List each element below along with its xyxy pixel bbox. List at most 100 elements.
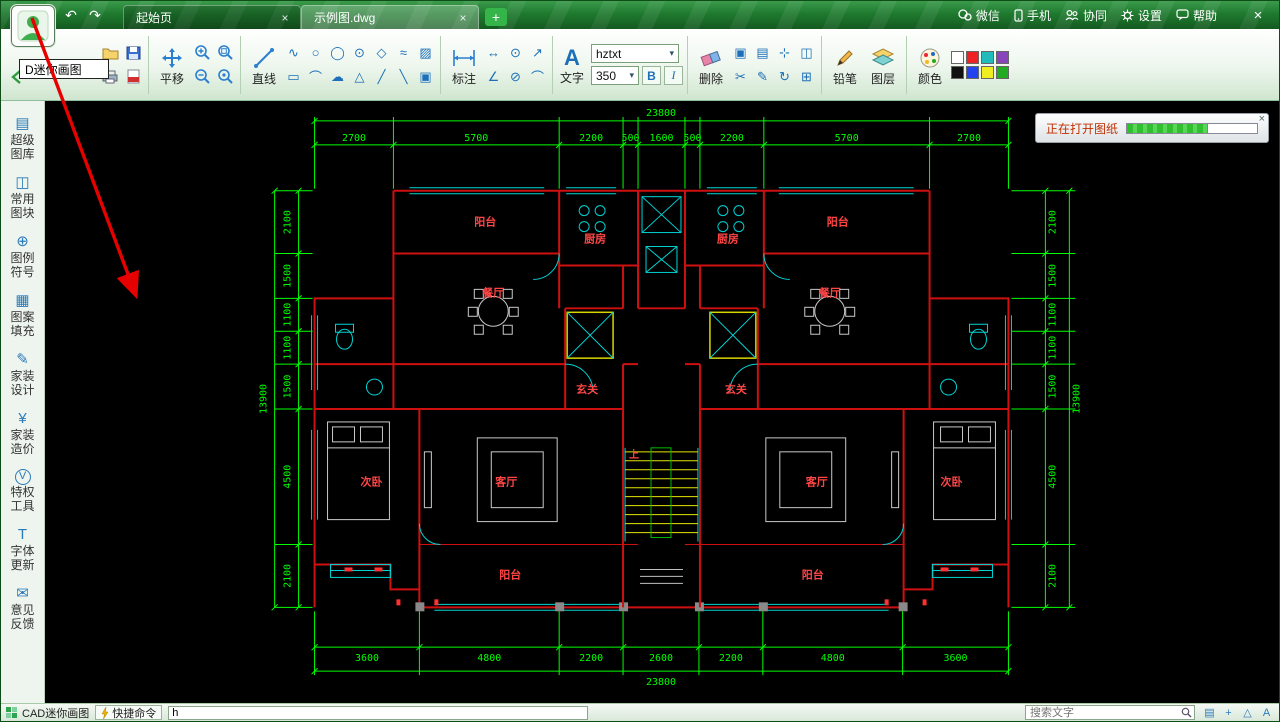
eraser-icon (699, 44, 723, 72)
color-swatch-0[interactable] (951, 51, 964, 64)
sidebar-item-super-library[interactable]: ▤ 超级图库 (10, 115, 36, 161)
command-input[interactable] (168, 706, 588, 720)
polygon-icon[interactable]: ◇ (371, 42, 392, 63)
rotate-icon[interactable]: ↻ (774, 66, 795, 87)
text-style-tool-icon[interactable]: A (1258, 705, 1275, 720)
spline-icon[interactable]: ≈ (393, 42, 414, 63)
toast-close-icon[interactable]: × (1259, 113, 1265, 125)
delete-button[interactable]: 删除 (692, 35, 730, 95)
italic-button[interactable]: I (664, 66, 683, 85)
paste-icon[interactable]: ▤ (752, 42, 773, 63)
color-swatch-3[interactable] (996, 51, 1009, 64)
region-icon[interactable]: ▣ (415, 66, 436, 87)
sidebar-item-home-cost[interactable]: ¥ 家装造价 (10, 410, 36, 456)
svg-text:1100: 1100 (283, 336, 294, 360)
rectangle-icon[interactable]: ▭ (283, 66, 304, 87)
pencil-button[interactable]: 铅笔 (826, 35, 864, 95)
color-swatch-6[interactable] (981, 66, 994, 79)
tab-example-dwg[interactable]: 示例图.dwg × (301, 5, 479, 29)
dim-radius-icon[interactable]: ⊙ (505, 42, 526, 63)
circle-icon[interactable]: ○ (305, 42, 326, 63)
add-sheet-icon[interactable]: + (1220, 705, 1237, 720)
mirror-icon[interactable]: ◫ (796, 42, 817, 63)
arc-icon[interactable]: ⌒ (305, 66, 326, 87)
wechat-button[interactable]: 微信 (958, 7, 1000, 24)
measure-triangle-icon[interactable]: △ (1239, 705, 1256, 720)
construction-line-icon[interactable]: ╲ (393, 66, 414, 87)
new-tab-button[interactable]: + (485, 8, 507, 26)
export-pdf-icon[interactable] (122, 66, 144, 88)
search-icon[interactable] (1178, 707, 1194, 718)
ellipse-icon[interactable]: ◯ (327, 42, 348, 63)
search-input[interactable] (1026, 706, 1178, 719)
line-tool-button[interactable]: 直线 (245, 35, 283, 95)
pan-button[interactable]: 平移 (153, 35, 191, 95)
pencil-label: 铅笔 (833, 72, 857, 86)
sidebar-item-common-blocks[interactable]: ◫ 常用图块 (10, 174, 36, 220)
hatch-icon[interactable]: ▨ (415, 42, 436, 63)
sidebar-item-font-update[interactable]: T 字体更新 (10, 526, 36, 572)
font-update-icon: T (18, 526, 27, 544)
tab-close-icon[interactable]: × (278, 11, 292, 25)
history-forward-icon[interactable]: ↷ (85, 7, 105, 24)
settings-button[interactable]: 设置 (1121, 7, 1162, 24)
leader-icon[interactable]: ↗ (527, 42, 548, 63)
save-icon[interactable] (122, 42, 144, 64)
mobile-button[interactable]: 手机 (1014, 7, 1051, 24)
sidebar-item-legend-symbols[interactable]: ⊕ 图例符号 (10, 233, 36, 279)
drawing-canvas[interactable]: 2700570022005001600500220057002700238003… (45, 101, 1279, 703)
sidebar-item-pattern-fill[interactable]: ▦ 图案填充 (10, 292, 36, 338)
color-swatch-5[interactable] (966, 66, 979, 79)
zoom-window-icon[interactable] (214, 42, 236, 64)
color-button[interactable]: 颜色 (911, 35, 949, 95)
dim-linear-icon[interactable]: ↔ (483, 42, 504, 63)
dim-arc-icon[interactable]: ⌒ (527, 66, 548, 87)
quick-command-button[interactable]: 快捷命令 (95, 705, 162, 720)
font-size-select[interactable]: 350 (591, 66, 639, 85)
revision-cloud-icon[interactable]: ☁ (327, 66, 348, 87)
zoom-extents-icon[interactable] (214, 66, 236, 88)
quick-command-label: 快捷命令 (112, 705, 156, 721)
tab-start-page[interactable]: 起始页 × (123, 5, 301, 29)
text-tool-button[interactable]: A 文字 (557, 35, 587, 95)
font-value: hztxt (596, 47, 621, 61)
dim-diameter-icon[interactable]: ⊘ (505, 66, 526, 87)
color-swatch-4[interactable] (951, 66, 964, 79)
svg-text:13900: 13900 (1071, 384, 1082, 414)
status-bar: CAD迷你画图 快捷命令 ▤+△A (1, 703, 1279, 721)
svg-text:厨房: 厨房 (717, 232, 739, 246)
point-icon[interactable]: ⊙ (349, 42, 370, 63)
polyline-icon[interactable]: ∿ (283, 42, 304, 63)
zoom-out-icon[interactable] (191, 66, 213, 88)
bold-button[interactable]: B (642, 66, 661, 85)
history-back-icon[interactable]: ↶ (61, 7, 81, 24)
color-swatch-2[interactable] (981, 51, 994, 64)
format-brush-icon[interactable]: ✎ (752, 66, 773, 87)
cut-icon[interactable]: ✂ (730, 66, 751, 87)
sheet-preview-icon[interactable]: ▤ (1201, 705, 1218, 720)
window-close-button[interactable]: × (1245, 7, 1271, 24)
tab-close-icon[interactable]: × (456, 11, 470, 25)
dim-angular-icon[interactable]: ∠ (483, 66, 504, 87)
symbols-icon: ⊕ (16, 233, 29, 251)
font-select[interactable]: hztxt (591, 44, 679, 63)
user-avatar-button[interactable] (11, 5, 55, 47)
color-swatch-1[interactable] (966, 51, 979, 64)
copy-icon[interactable]: ▣ (730, 42, 751, 63)
zoom-in-icon[interactable] (191, 42, 213, 64)
collab-button[interactable]: 协同 (1065, 7, 1107, 24)
gear-icon (1121, 9, 1134, 22)
color-swatch-7[interactable] (996, 66, 1009, 79)
sidebar-item-privilege-tools[interactable]: V 特权工具 (10, 469, 36, 513)
ray-icon[interactable]: ╱ (371, 66, 392, 87)
triangle-icon[interactable]: △ (349, 66, 370, 87)
array-icon[interactable]: ⊞ (796, 66, 817, 87)
sidebar-item-feedback[interactable]: ✉ 意见反馈 (10, 585, 36, 631)
move-icon[interactable]: ⊹ (774, 42, 795, 63)
wechat-label: 微信 (976, 7, 1000, 24)
help-button[interactable]: 帮助 (1176, 7, 1217, 24)
dimension-button[interactable]: 标注 (445, 35, 483, 95)
svg-text:23800: 23800 (646, 677, 676, 688)
layer-button[interactable]: 图层 (864, 35, 902, 95)
sidebar-item-home-design[interactable]: ✎ 家装设计 (10, 351, 36, 397)
